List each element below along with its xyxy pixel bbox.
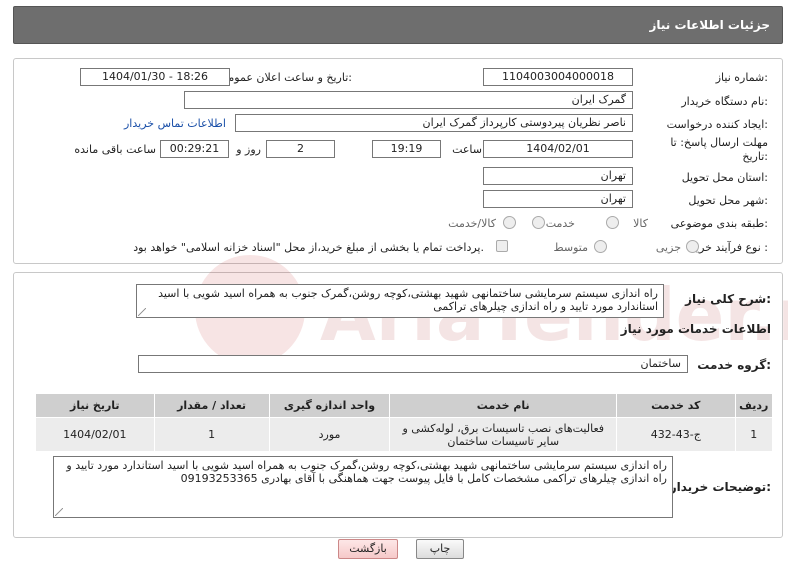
service-group-label: گروه خدمت: <box>697 358 771 372</box>
city-field: تهران <box>483 190 633 208</box>
resize-handle-icon[interactable] <box>55 508 63 516</box>
cell-need-date: 1404/02/01 <box>35 417 155 452</box>
process-option-minor: جزیی <box>655 241 681 254</box>
remaining-time-field: 00:29:21 <box>160 140 229 158</box>
cell-row-num: 1 <box>734 417 774 452</box>
col-header-unit: واحد اندازه گیری <box>268 393 391 418</box>
deadline-date-field: 1404/02/01 <box>483 140 633 158</box>
col-header-quantity: تعداد / مقدار <box>153 393 270 418</box>
province-label: استان محل تحویل: <box>681 171 768 184</box>
buyer-notes-textarea[interactable]: راه اندازی سیستم سرمایشی ساختمانهی شهید … <box>53 456 673 518</box>
category-radio-goods-service[interactable] <box>503 216 516 229</box>
days-remaining-field: 2 <box>266 140 335 158</box>
col-header-row-num: ردیف <box>734 393 774 418</box>
col-header-name: نام خدمت <box>389 393 618 418</box>
creator-field: ناصر نظریان پیردوستی کارپرداز گمرک ایران <box>235 114 633 132</box>
services-table: ردیف کد خدمت نام خدمت واحد اندازه گیری ت… <box>35 393 774 452</box>
category-option-service: خدمت <box>545 217 575 230</box>
need-number-label: شماره نیاز: <box>715 71 768 84</box>
announce-label: تاریخ و ساعت اعلان عمومی: <box>219 71 352 84</box>
resize-handle-icon[interactable] <box>138 308 146 316</box>
creator-label: ایجاد کننده درخواست: <box>666 118 768 131</box>
page-header: جزئیات اطلاعات نیاز <box>13 6 783 44</box>
province-field: تهران <box>483 167 633 185</box>
back-button[interactable]: بازگشت <box>338 539 398 559</box>
announce-datetime-field: 1404/01/30 - 18:26 <box>80 68 230 86</box>
category-option-goods: کالا <box>633 217 648 230</box>
service-group-field: ساختمان <box>138 355 688 373</box>
process-option-medium: متوسط <box>553 241 588 254</box>
treasury-payment-note: پرداخت تمام یا بخشی از مبلغ خرید،از محل … <box>133 241 484 254</box>
category-label: طبقه بندی موضوعی: <box>670 217 768 230</box>
buyer-notes-text: راه اندازی سیستم سرمایشی ساختمانهی شهید … <box>66 459 667 485</box>
buyer-org-field: گمرک ایران <box>184 91 633 109</box>
buyer-org-label: نام دستگاه خریدار: <box>681 95 768 108</box>
deadline-time-field: 19:19 <box>372 140 441 158</box>
description-text: راه اندازی سیستم سرمایشی ساختمانهی شهید … <box>158 287 658 313</box>
description-textarea[interactable]: راه اندازی سیستم سرمایشی ساختمانهی شهید … <box>136 284 664 318</box>
cell-service-code: ج-43-432 <box>616 417 736 452</box>
services-section-title: اطلاعات خدمات مورد نیاز <box>620 322 771 336</box>
need-number-field: 1104003004000018 <box>483 68 633 86</box>
page-title: جزئیات اطلاعات نیاز <box>649 18 770 32</box>
col-header-code: کد خدمت <box>616 393 736 418</box>
category-radio-goods[interactable] <box>606 216 619 229</box>
time-label: ساعت <box>452 143 482 156</box>
col-header-need-date: تاریخ نیاز <box>35 393 155 418</box>
category-radio-service[interactable] <box>532 216 545 229</box>
cell-service-name: فعالیت‌های نصب تاسیسات برق، لوله‌کشی و س… <box>389 417 618 452</box>
category-option-goods-service: کالا/خدمت <box>448 217 496 230</box>
description-label: شرح کلی نیاز: <box>685 292 771 306</box>
cell-unit: مورد <box>268 417 391 452</box>
remaining-time-label: ساعت باقی مانده <box>74 143 156 156</box>
process-label: نوع فرآیند خرید : <box>690 241 768 254</box>
table-header-row: ردیف کد خدمت نام خدمت واحد اندازه گیری ت… <box>35 393 774 418</box>
process-radio-minor[interactable] <box>686 240 699 253</box>
process-radio-medium[interactable] <box>594 240 607 253</box>
cell-quantity: 1 <box>153 417 270 452</box>
treasury-payment-checkbox[interactable] <box>496 240 508 252</box>
table-row: 1 ج-43-432 فعالیت‌های نصب تاسیسات برق، ل… <box>35 417 774 452</box>
days-label: روز و <box>236 143 261 156</box>
city-label: شهر محل تحویل: <box>688 194 768 207</box>
print-button[interactable]: چاپ <box>416 539 464 559</box>
deadline-label: مهلت ارسال پاسخ: تا تاریخ: <box>670 136 768 163</box>
buyer-contact-link[interactable]: اطلاعات تماس خریدار <box>124 117 226 130</box>
buyer-notes-label: توضیحات خریدار: <box>669 480 771 494</box>
